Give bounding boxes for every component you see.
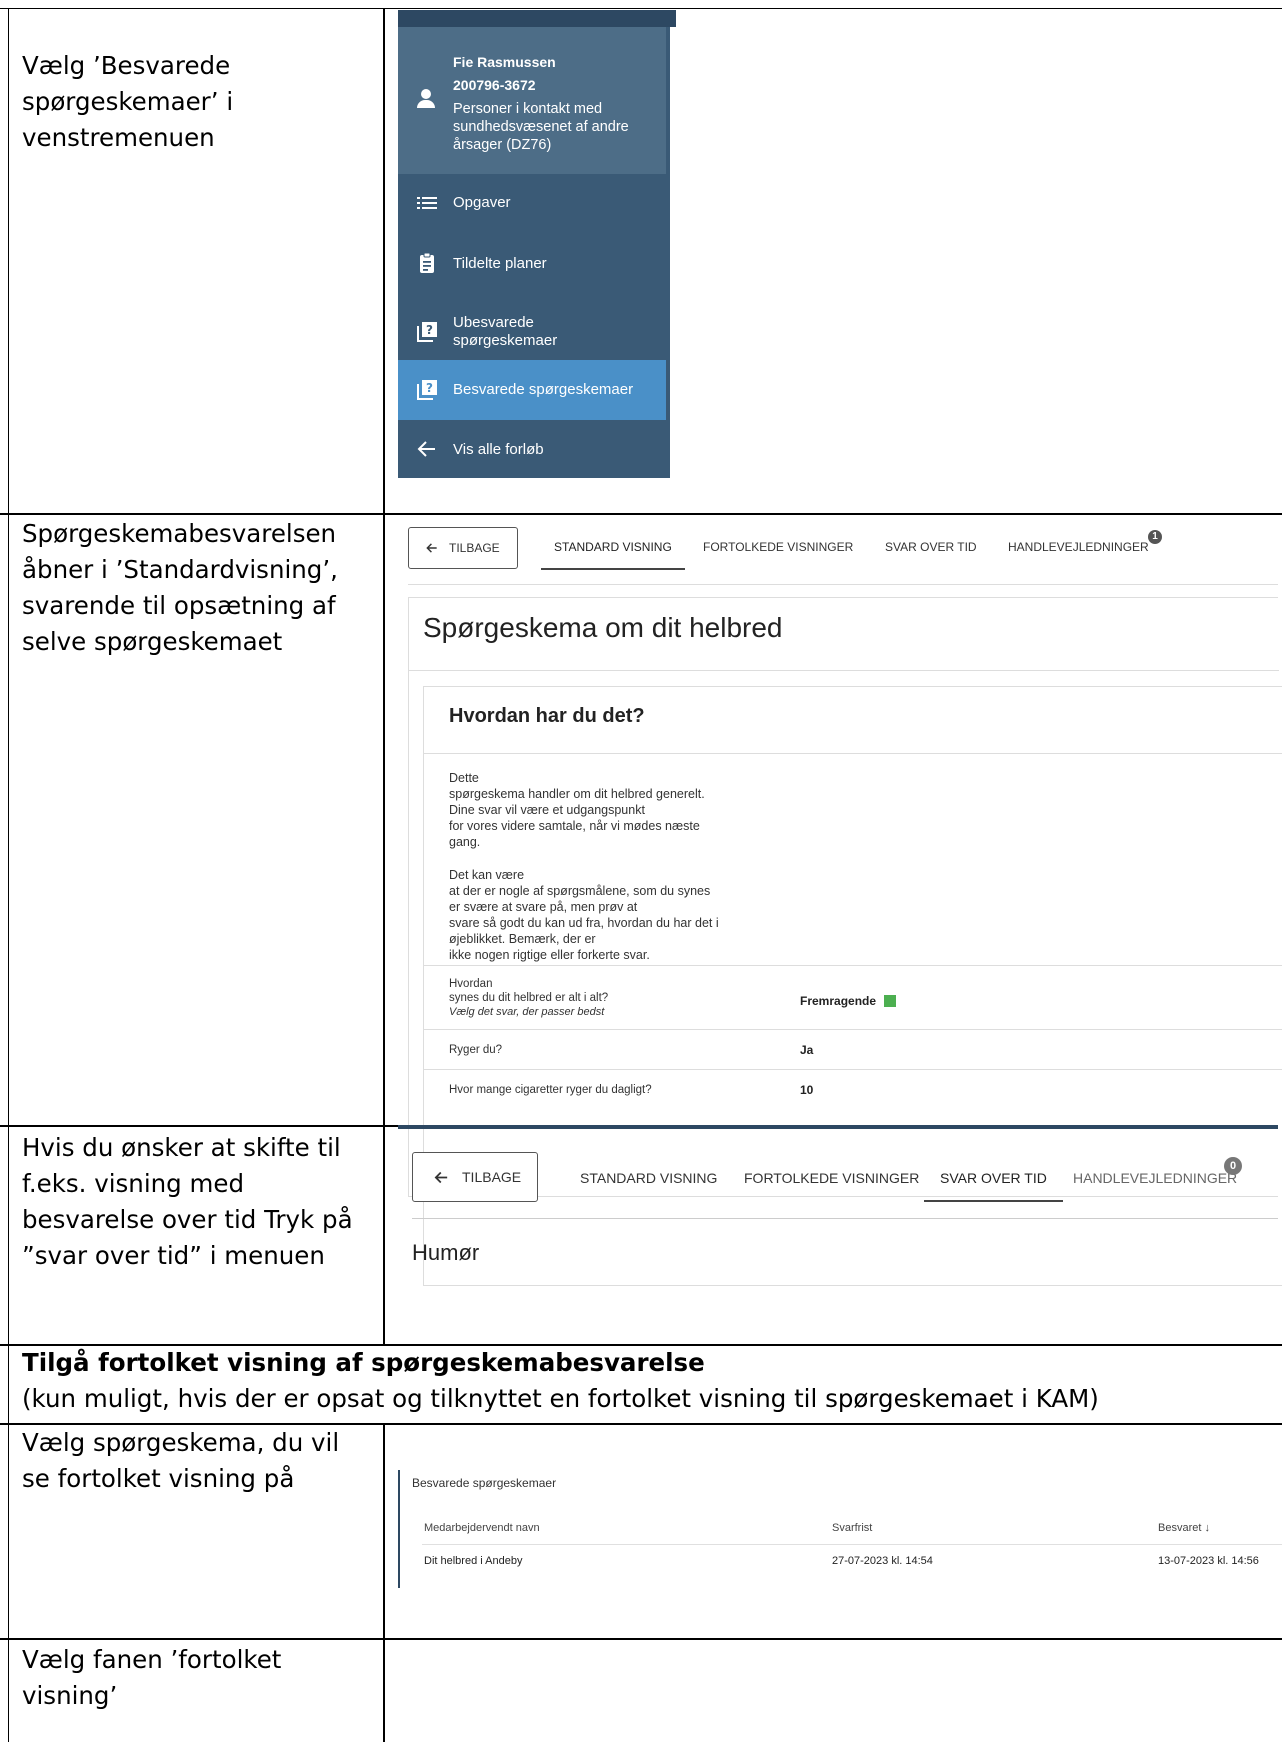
arrow-left-icon [417, 441, 435, 457]
divider [424, 1029, 1282, 1030]
sidebar-item-label: Vis alle forløb [453, 441, 544, 458]
instruction-text: Vælg spørgeskema, du vil se fortolket vi… [22, 1428, 340, 1493]
sidebar-item-vis-alle-forloeb[interactable]: Vis alle forløb [398, 420, 666, 478]
tab-bar: TILBAGE STANDARD VISNING FORTOLKEDE VISN… [398, 1129, 1278, 1217]
arrow-left-icon [434, 1171, 448, 1183]
status-indicator [884, 995, 897, 1007]
arrow-left-icon [426, 543, 437, 553]
divider [424, 1069, 1282, 1070]
question-text: Hvordan synes du dit helbred er alt i al… [449, 978, 609, 1004]
back-label: TILBAGE [462, 1169, 522, 1185]
tab-divider [412, 1218, 1278, 1219]
column-header-answered[interactable]: Besvaret ↓ [1158, 1522, 1210, 1534]
sidebar-item-label: Tildelte planer [453, 255, 547, 272]
answer-value: 10 [800, 1083, 814, 1097]
intro-text: Det kan være at der er nogle af spørgsmå… [449, 868, 719, 962]
row-divider [0, 1125, 398, 1127]
column-divider [383, 8, 385, 1344]
cell-answered: 13-07-2023 kl. 14:56 [1158, 1555, 1259, 1567]
sidebar-item-ubesvarede[interactable]: ? Ubesvarede spørgeskemaer [398, 294, 666, 370]
intro-text: Dette spørgeskema handler om dit helbred… [449, 771, 705, 849]
sidebar-top-bar [398, 10, 676, 27]
notification-badge: 0 [1224, 1157, 1242, 1175]
tab-divider [408, 584, 1278, 585]
question-doc-icon: ? [417, 380, 437, 400]
svg-text:?: ? [426, 381, 433, 395]
sidebar-item-besvarede[interactable]: ? Besvarede spørgeskemaer [398, 360, 666, 420]
notification-badge: 1 [1148, 530, 1162, 544]
question-label: Hvor mange cigaretter ryger du dagligt? [449, 1084, 652, 1096]
answered-questionnaires-panel: Besvarede spørgeskemaer Medarbejdervendt… [398, 1470, 1282, 1588]
row-divider [0, 1638, 1282, 1640]
tab-standard-visning[interactable]: STANDARD VISNING [541, 540, 685, 570]
instruction-text: Vælg ’Besvarede spørgeskemaer’ i venstre… [22, 51, 234, 152]
instruction-text: Hvis du ønsker at skifte til f.eks. visn… [22, 1133, 353, 1270]
column-header-name: Medarbejdervendt navn [424, 1522, 540, 1534]
question-doc-icon: ? [417, 322, 437, 342]
tab-fortolkede-visninger[interactable]: FORTOLKEDE VISNINGER [703, 540, 853, 554]
person-icon [416, 89, 436, 109]
patient-cpr: 200796-3672 [453, 77, 536, 93]
tab-handlevejledninger[interactable]: HANDLEVEJLEDNINGER [1008, 540, 1149, 554]
divider [424, 753, 1282, 754]
divider [409, 670, 1279, 671]
tab-svar-over-tid[interactable]: SVAR OVER TID [885, 540, 977, 554]
patient-name: Fie Rasmussen [453, 54, 556, 70]
clipboard-icon [420, 252, 434, 273]
sidebar-item-tildelte-planer[interactable]: Tildelte planer [398, 232, 666, 294]
sidebar-item-opgaver[interactable]: Opgaver [398, 174, 666, 232]
question-hint: Vælg det svar, der passer bedst [449, 1006, 605, 1018]
list-icon [417, 197, 437, 209]
chart-heading: Humør [412, 1240, 480, 1265]
back-button[interactable]: TILBAGE [412, 1152, 538, 1202]
answer-value: Ja [800, 1043, 814, 1057]
question-label: Hvordan synes du dit helbred er alt i al… [449, 977, 608, 1019]
sidebar-item-label: Ubesvarede spørgeskemaer [453, 314, 558, 349]
tab-svar-over-tid[interactable]: SVAR OVER TID [924, 1170, 1063, 1202]
section-title: Hvordan har du det? [449, 705, 645, 727]
cell-name[interactable]: Dit helbred i Andeby [424, 1555, 522, 1567]
patient-diagnosis: Personer i kontakt med sundhedsvæsenet a… [453, 101, 629, 153]
questionnaire-card: Spørgeskema om dit helbred Hvordan har d… [408, 597, 1282, 1286]
questionnaire-title: Spørgeskema om dit helbred [423, 612, 783, 643]
patient-card: Fie Rasmussen 200796-3672 Personer i kon… [398, 27, 666, 174]
back-button[interactable]: TILBAGE [408, 527, 518, 569]
instruction-text: Vælg fanen ’fortolket visning’ [22, 1645, 282, 1710]
answer-value: Fremragende [800, 994, 897, 1008]
back-label: TILBAGE [449, 541, 500, 555]
cell-deadline: 27-07-2023 kl. 14:54 [832, 1555, 933, 1567]
section-subtitle: (kun muligt, hvis der er opsat og tilkny… [22, 1384, 1099, 1413]
divider [424, 965, 1282, 966]
table-border-top [0, 8, 1282, 9]
divider [422, 1544, 1282, 1545]
tab-bar: TILBAGE STANDARD VISNING FORTOLKEDE VISN… [398, 515, 1278, 575]
instruction-text: Spørgeskemabesvarelsen åbner i ’Standard… [22, 519, 338, 656]
table-border-left [8, 8, 9, 1742]
sidebar-item-label: Opgaver [453, 194, 511, 211]
column-header-deadline: Svarfrist [832, 1522, 873, 1534]
tab-handlevejledninger[interactable]: HANDLEVEJLEDNINGER [1073, 1170, 1237, 1186]
panel-title: Besvarede spørgeskemaer [412, 1476, 557, 1490]
answer-text: Fremragende [800, 994, 877, 1008]
question-label: Ryger du? [449, 1044, 503, 1056]
tab-standard-visning[interactable]: STANDARD VISNING [580, 1170, 717, 1186]
section-heading: Tilgå fortolket visning af spørgeskemabe… [22, 1348, 705, 1377]
column-divider [383, 1423, 385, 1742]
sidebar-item-label: Besvarede spørgeskemaer [453, 381, 634, 398]
svg-text:?: ? [426, 323, 433, 337]
side-menu: Fie Rasmussen 200796-3672 Personer i kon… [398, 10, 676, 478]
tab-fortolkede-visninger[interactable]: FORTOLKEDE VISNINGER [744, 1170, 919, 1186]
